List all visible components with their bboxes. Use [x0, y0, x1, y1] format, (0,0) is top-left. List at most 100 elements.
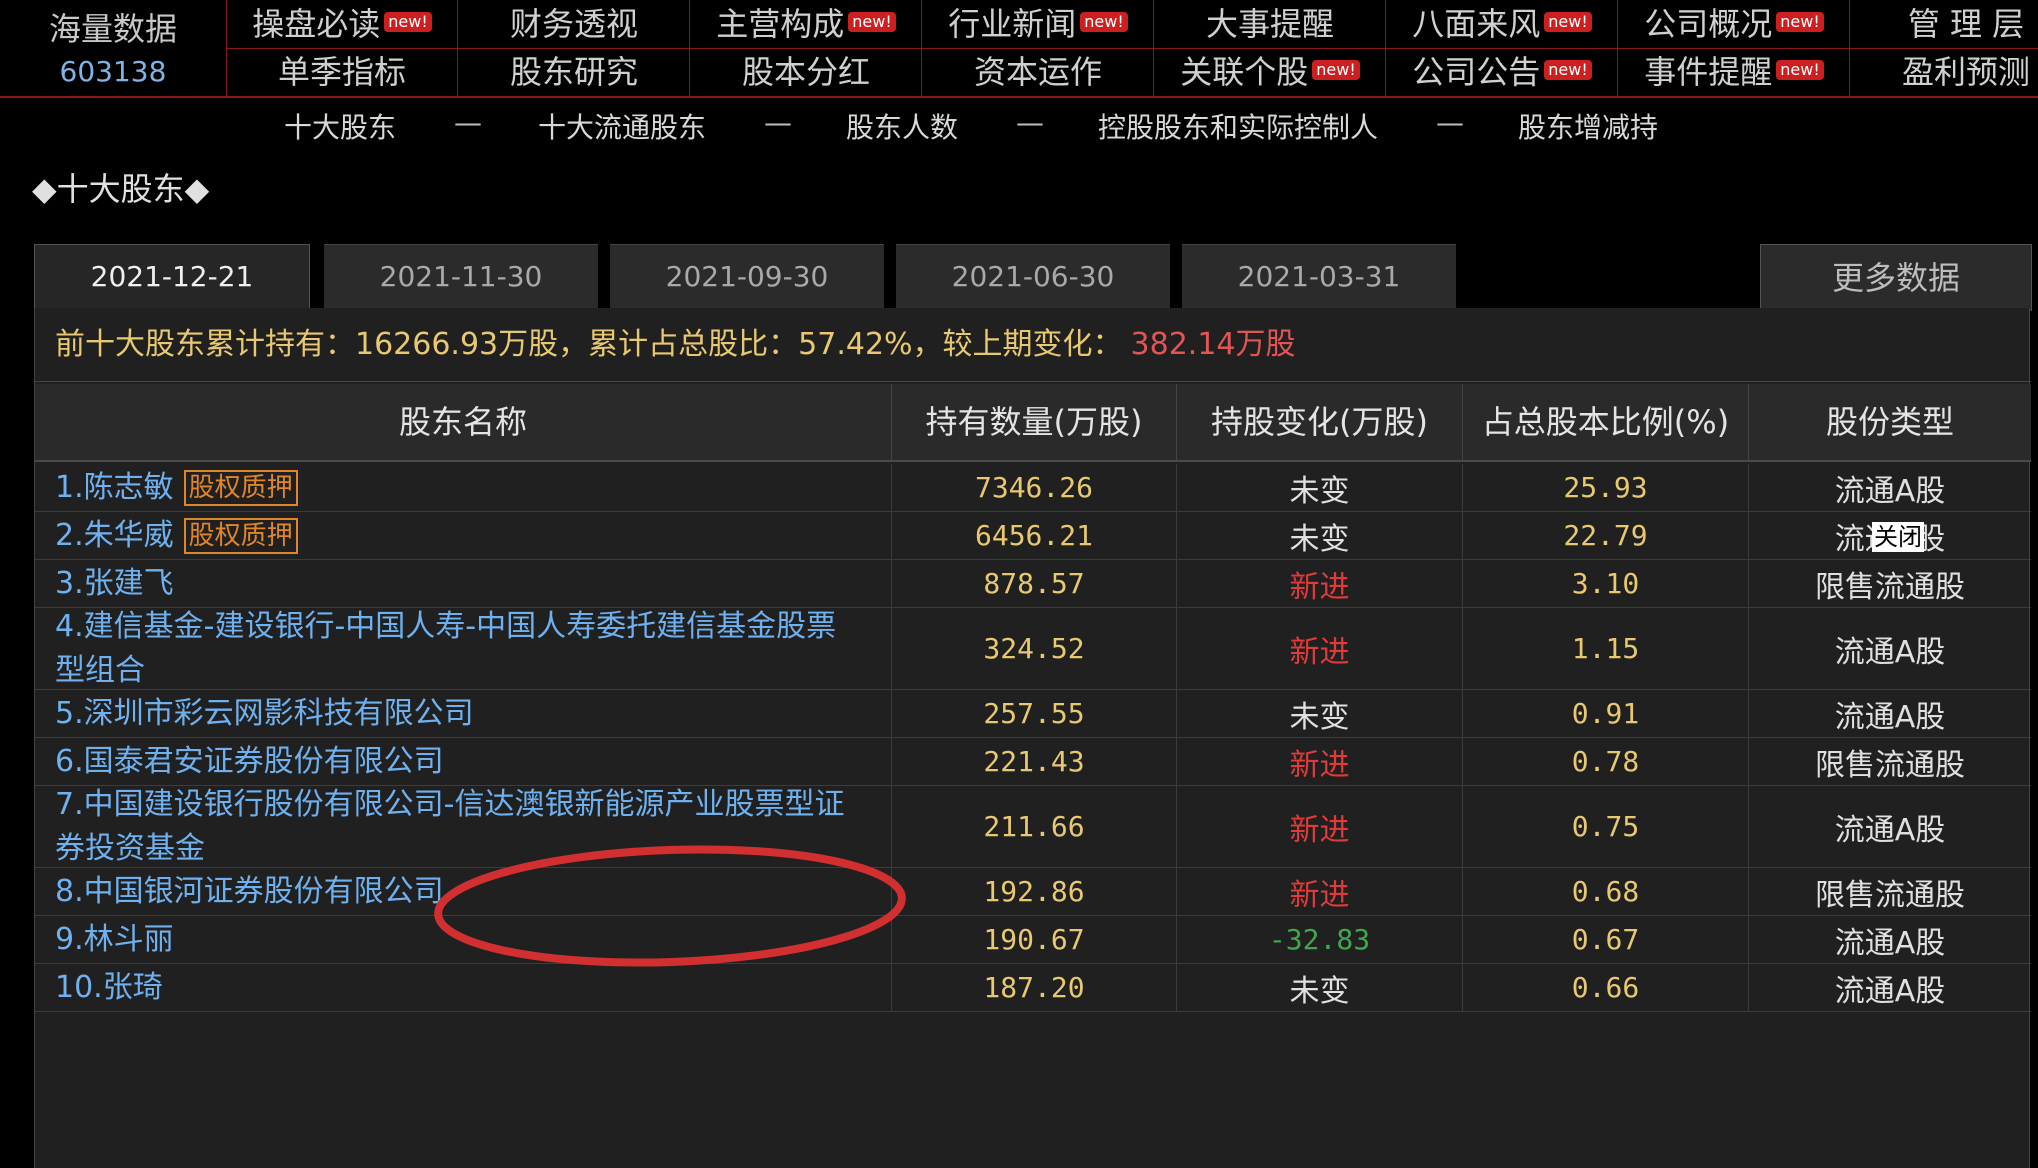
quantity-cell: 7346.26	[892, 464, 1177, 511]
nav-item-label: 财务透视	[509, 5, 638, 43]
new-badge: new!	[1544, 12, 1592, 32]
equity-pledge-badge[interactable]: 股权质押	[183, 469, 298, 506]
table-row: 7.中国建设银行股份有限公司-信达澳银新能源产业股票型证券投资基金 211.66 新…	[35, 786, 2031, 868]
change-cell: 新进	[1177, 868, 1463, 915]
subnav-holding-changes[interactable]: 股东增减持	[1518, 106, 1658, 146]
nav-column: 财务透视 股东研究	[458, 0, 690, 96]
quantity-cell: 6456.21	[892, 512, 1177, 559]
header-quantity: 持有数量(万股)	[892, 384, 1177, 460]
nav-item[interactable]: 股东研究	[458, 48, 690, 96]
section-title: ◆十大股东◆	[32, 170, 210, 208]
new-badge: new!	[1080, 12, 1128, 32]
share-type-cell: 流通A股	[1834, 925, 1946, 961]
holder-name-cell: 7.中国建设银行股份有限公司-信达澳银新能源产业股票型证券投资基金	[35, 786, 892, 867]
subnav-separator: —	[1016, 106, 1044, 139]
nav-item[interactable]: 行业新闻 new!	[922, 0, 1154, 49]
change-cell: 未变	[1177, 964, 1463, 1011]
nav-item[interactable]: 大事提醒	[1154, 0, 1386, 49]
close-tooltip-button[interactable]: 关闭	[1872, 522, 1924, 552]
quantity-cell: 257.55	[892, 690, 1177, 737]
nav-column: 大事提醒关联个股 new!	[1154, 0, 1386, 96]
nav-item[interactable]: 盈利预测	[1850, 48, 2038, 96]
equity-pledge-badge[interactable]: 股权质押	[183, 517, 298, 554]
nav-item[interactable]: 股本分红	[690, 48, 922, 96]
holder-name-cell: 1.陈志敏 股权质押	[35, 464, 892, 511]
subnav-separator: —	[1436, 106, 1464, 139]
subnav-controlling-holder[interactable]: 控股股东和实际控制人	[1098, 106, 1378, 146]
tab-date-2[interactable]: 2021-11-30	[324, 244, 598, 309]
subnav-holder-count[interactable]: 股东人数	[846, 106, 958, 146]
tab-date-3[interactable]: 2021-09-30	[610, 244, 884, 309]
nav-item-label: 事件提醒	[1644, 53, 1773, 91]
table-header: 股东名称 持有数量(万股) 持股变化(万股) 占总股本比例(%) 股份类型	[35, 384, 2031, 462]
nav-item-label: 公司概况	[1644, 5, 1773, 43]
header-change: 持股变化(万股)	[1177, 384, 1463, 460]
table-row: 3.张建飞 878.57 新进 3.10 限售流通股	[35, 560, 2031, 608]
change-cell: 新进	[1177, 786, 1463, 867]
stock-brand: 海量数据 603138	[0, 0, 227, 96]
nav-item[interactable]: 单季指标	[226, 48, 458, 96]
more-data-button[interactable]: 更多数据	[1760, 244, 2032, 311]
nav-item-label: 大事提醒	[1205, 5, 1334, 43]
nav-item[interactable]: 公司概况 new!	[1618, 0, 1850, 49]
sub-nav: 十大股东 — 十大流通股东 — 股东人数 — 控股股东和实际控制人 — 股东增减…	[0, 106, 2038, 154]
ratio-cell: 22.79	[1463, 512, 1749, 559]
holder-name-link[interactable]: 10.张琦	[55, 966, 163, 1010]
holder-name-link[interactable]: 1.陈志敏	[55, 466, 174, 510]
nav-item[interactable]: 八面来风 new!	[1386, 0, 1618, 49]
header-holder-name: 股东名称	[35, 384, 892, 460]
subnav-top10-float-holders[interactable]: 十大流通股东	[538, 106, 706, 146]
nav-item-label: 关联个股	[1180, 53, 1309, 91]
top-nav: 海量数据 603138 操盘必读 new! 单季指标 财务透视 股东研究 主营构成 new!…	[0, 0, 2038, 98]
subnav-separator: —	[454, 106, 482, 139]
nav-item[interactable]: 公司公告 new!	[1386, 48, 1618, 96]
nav-item-label: 管 理 层	[1907, 5, 2025, 43]
ratio-cell: 0.68	[1463, 868, 1749, 915]
tab-date-1[interactable]: 2021-12-21	[34, 244, 310, 311]
holder-name-link[interactable]: 7.中国建设银行股份有限公司-信达澳银新能源产业股票型证券投资基金	[55, 783, 851, 871]
table-row: 5.深圳市彩云网影科技有限公司 257.55 未变 0.91 流通A股	[35, 690, 2031, 738]
table-row: 2.朱华威股权质押6456.21未变22.79流通A股	[35, 512, 2031, 560]
tab-date-4[interactable]: 2021-06-30	[896, 244, 1170, 309]
ratio-cell: 0.78	[1463, 738, 1749, 785]
subnav-top10-holders[interactable]: 十大股东	[284, 106, 396, 146]
share-type-cell: 限售流通股	[1815, 569, 1965, 605]
nav-item[interactable]: 事件提醒 new!	[1618, 48, 1850, 96]
ratio-cell: 1.15	[1463, 608, 1749, 689]
nav-item[interactable]: 主营构成 new!	[690, 0, 922, 49]
holder-name-cell: 3.张建飞	[35, 560, 892, 607]
nav-item-label: 股本分红	[741, 53, 870, 91]
tab-date-5[interactable]: 2021-03-31	[1182, 244, 1456, 309]
new-badge: new!	[1776, 12, 1824, 32]
share-type-cell: 限售流通股	[1815, 877, 1965, 913]
ratio-cell: 0.75	[1463, 786, 1749, 867]
nav-column: 行业新闻 new! 资本运作	[922, 0, 1154, 96]
change-cell: -32.83	[1177, 916, 1463, 963]
nav-item-label: 盈利预测	[1901, 53, 2030, 91]
ratio-cell: 3.10	[1463, 560, 1749, 607]
quantity-cell: 211.66	[892, 786, 1177, 867]
share-type-cell: 流通A股	[1834, 812, 1946, 848]
holder-name-link[interactable]: 2.朱华威	[55, 514, 174, 558]
holder-name-link[interactable]: 9.林斗丽	[55, 918, 174, 962]
share-type-cell: 流通A股	[1834, 699, 1946, 735]
nav-item[interactable]: 管 理 层	[1850, 0, 2038, 49]
holder-name-link[interactable]: 3.张建飞	[55, 562, 174, 606]
quantity-cell: 192.86	[892, 868, 1177, 915]
holder-name-link[interactable]: 6.国泰君安证券股份有限公司	[55, 740, 444, 784]
holder-name-link[interactable]: 5.深圳市彩云网影科技有限公司	[55, 692, 474, 736]
change-cell: 新进	[1177, 608, 1463, 689]
change-cell: 未变	[1177, 690, 1463, 737]
shareholders-panel: 前十大股东累计持有：16266.93万股，累计占总股比：57.42%，较上期变化…	[34, 308, 2031, 1168]
nav-item[interactable]: 资本运作	[922, 48, 1154, 96]
new-badge: new!	[384, 12, 432, 32]
nav-column: 主营构成 new! 股本分红	[690, 0, 922, 96]
table-row: 10.张琦 187.20 未变 0.66 流通A股	[35, 964, 2031, 1012]
holder-name-cell: 10.张琦	[35, 964, 892, 1011]
nav-item[interactable]: 操盘必读 new!	[226, 0, 458, 49]
nav-item[interactable]: 关联个股 new!	[1154, 48, 1386, 96]
holder-name-link[interactable]: 8.中国银河证券股份有限公司	[55, 870, 444, 914]
holder-name-link[interactable]: 4.建信基金-建设银行-中国人寿-中国人寿委托建信基金股票型组合	[55, 605, 851, 693]
nav-item[interactable]: 财务透视	[458, 0, 690, 49]
nav-column: 八面来风 new! 公司公告 new!	[1386, 0, 1618, 96]
